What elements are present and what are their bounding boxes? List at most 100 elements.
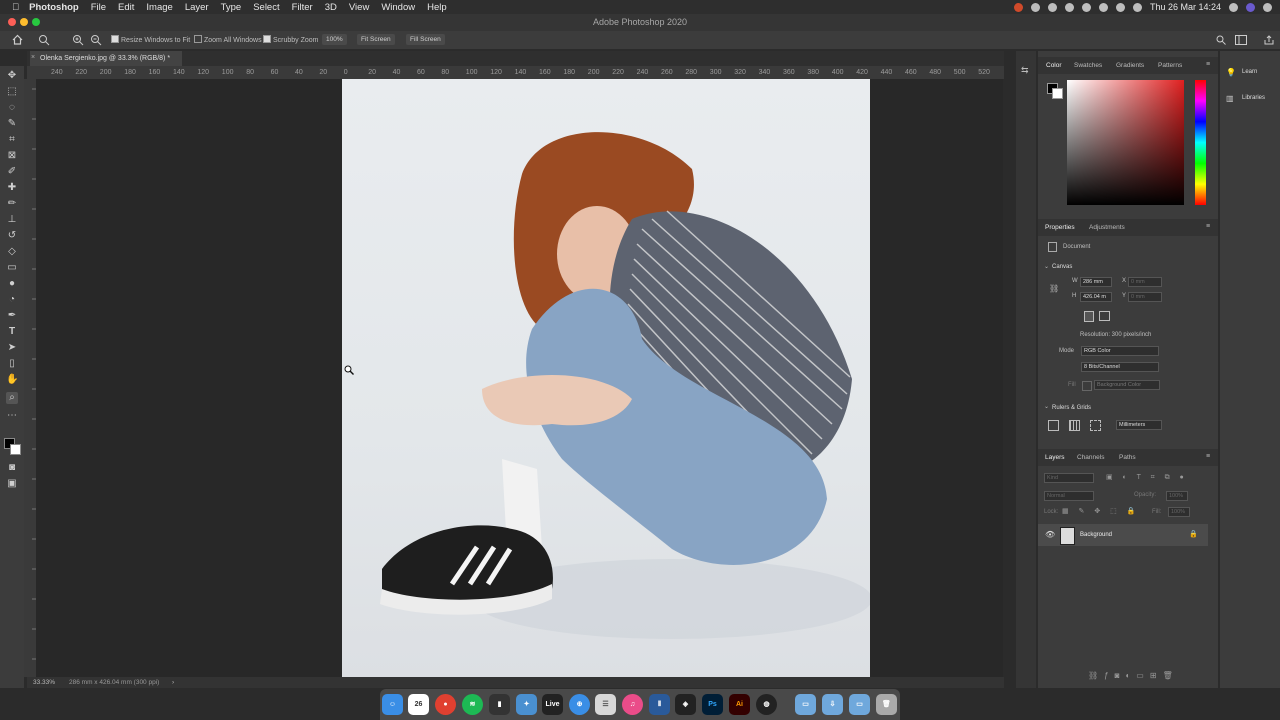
notification-center-icon[interactable]: [1263, 2, 1272, 12]
close-window-button[interactable]: [8, 18, 16, 26]
menu-select[interactable]: Select: [253, 2, 279, 13]
itunes-icon[interactable]: ♫: [622, 694, 643, 715]
history-brush-tool-icon[interactable]: ↺: [6, 230, 18, 242]
crop-tool-icon[interactable]: ⌗: [6, 134, 18, 146]
downloads-folder-icon[interactable]: ⇩: [822, 694, 843, 715]
menu-help[interactable]: Help: [427, 2, 447, 13]
close-tab-icon[interactable]: ×: [31, 54, 35, 61]
trash-icon[interactable]: 🗑: [876, 694, 897, 715]
brush-tool-icon[interactable]: ✏: [6, 198, 18, 210]
tab-adjustments[interactable]: Adjustments: [1089, 224, 1125, 231]
move-tool-icon[interactable]: ✥: [6, 70, 18, 82]
blur-tool-icon[interactable]: ●: [6, 278, 18, 290]
menu-window[interactable]: Window: [381, 2, 415, 13]
marquee-tool-icon[interactable]: ⬚: [6, 86, 18, 98]
finder-icon[interactable]: ☺: [382, 694, 403, 715]
landscape-orientation-icon[interactable]: [1099, 311, 1110, 321]
grid-icon[interactable]: [1069, 420, 1080, 431]
path-select-tool-icon[interactable]: ➤: [6, 342, 18, 354]
home-icon[interactable]: [12, 34, 23, 45]
color-picker-field[interactable]: [1067, 80, 1184, 205]
menubar-clock[interactable]: Thu 26 Mar 14:24: [1150, 2, 1221, 12]
spotify-icon[interactable]: ≋: [462, 694, 483, 715]
tab-paths[interactable]: Paths: [1119, 454, 1136, 461]
menu-type[interactable]: Type: [221, 2, 242, 13]
opacity-field[interactable]: 100%: [1166, 491, 1188, 501]
fill-select[interactable]: Background Color: [1094, 380, 1160, 390]
scrubby-zoom-checkbox[interactable]: Scrubby Zoom: [263, 35, 319, 44]
eraser-tool-icon[interactable]: ◇: [6, 246, 18, 258]
zoom-window-button[interactable]: [32, 18, 40, 26]
lock-icons[interactable]: ▦ ✎ ✥ ⬚ 🔒: [1062, 507, 1139, 515]
ableton-live-icon[interactable]: Live: [542, 694, 563, 715]
healing-brush-tool-icon[interactable]: ✚: [6, 182, 18, 194]
learn-label[interactable]: Learn: [1242, 69, 1257, 75]
quick-select-tool-icon[interactable]: ✎: [6, 118, 18, 130]
chrome-icon[interactable]: ●: [435, 694, 456, 715]
tab-patterns[interactable]: Patterns: [1158, 62, 1182, 69]
search-icon[interactable]: [1216, 35, 1226, 45]
unity-icon[interactable]: ✦: [516, 694, 537, 715]
hue-slider[interactable]: [1195, 80, 1206, 205]
pen-tool-icon[interactable]: ✒: [6, 310, 18, 322]
document-tab[interactable]: Olenka Sergienko.jpg @ 33.3% (RGB/8) *: [30, 51, 182, 66]
learn-icon[interactable]: 💡: [1226, 68, 1236, 77]
rulers-grids-label[interactable]: Rulers & Grids: [1052, 405, 1091, 411]
canvas-chevron-icon[interactable]: ⌄: [1044, 263, 1049, 270]
menu-edit[interactable]: Edit: [118, 2, 134, 13]
guides-icon[interactable]: [1090, 420, 1101, 431]
quick-mask-icon[interactable]: ◙: [6, 462, 18, 474]
properties-menu-icon[interactable]: ≡: [1206, 223, 1210, 230]
layer-thumbnail[interactable]: [1060, 527, 1075, 545]
shield-icon[interactable]: [1064, 2, 1074, 12]
menu-image[interactable]: Image: [146, 2, 172, 13]
cloud-icon[interactable]: [1030, 2, 1040, 12]
adjustment-layer-icon[interactable]: ◐: [1125, 671, 1136, 680]
share-icon[interactable]: [1264, 35, 1274, 45]
apple-icon[interactable]: : [12, 2, 19, 13]
clone-stamp-tool-icon[interactable]: ⊥: [6, 214, 18, 226]
hand-tool-icon[interactable]: ✋: [6, 374, 18, 386]
menu-filter[interactable]: Filter: [292, 2, 313, 13]
units-select[interactable]: Millimeters: [1116, 420, 1162, 430]
battery-icon[interactable]: [1115, 2, 1125, 12]
sync-icon[interactable]: [1047, 2, 1057, 12]
layers-menu-icon[interactable]: ≡: [1206, 453, 1210, 460]
link-layers-icon[interactable]: ⛓: [1088, 671, 1104, 680]
height-field[interactable]: 426.04 m: [1080, 292, 1112, 302]
photoshop-icon[interactable]: Ps: [702, 694, 723, 715]
fill-swatch[interactable]: [1082, 381, 1092, 391]
fill-screen-button[interactable]: Fill Screen: [406, 34, 445, 45]
mode-select[interactable]: RGB Color: [1081, 346, 1159, 356]
more-tools-icon[interactable]: ⋯: [6, 410, 18, 422]
workspace-icon[interactable]: [1235, 35, 1247, 45]
siri-icon[interactable]: [1246, 2, 1255, 12]
status-menu-arrow-icon[interactable]: ›: [172, 677, 174, 688]
filter-icons[interactable]: ▣ ◐ T ⌗ ⧉ ●: [1106, 473, 1188, 482]
tab-color[interactable]: Color: [1046, 62, 1062, 69]
add-mask-icon[interactable]: ◙: [1115, 671, 1126, 680]
screen-mode-icon[interactable]: ▣: [6, 478, 18, 490]
ruler-icon[interactable]: [1048, 420, 1059, 431]
width-field[interactable]: 286 mm: [1080, 277, 1112, 287]
zoom-tool-icon[interactable]: ⌕: [6, 392, 18, 404]
tab-channels[interactable]: Channels: [1077, 454, 1104, 461]
safari-icon[interactable]: ⊕: [569, 694, 590, 715]
visibility-eye-icon[interactable]: 👁: [1045, 530, 1055, 539]
blend-mode-select[interactable]: Normal: [1044, 491, 1094, 501]
minimize-window-button[interactable]: [20, 18, 28, 26]
canvas-section-label[interactable]: Canvas: [1052, 264, 1072, 270]
dodge-tool-icon[interactable]: ◔: [6, 294, 18, 306]
calendar-icon[interactable]: 26: [408, 694, 429, 715]
wifi-icon[interactable]: [1098, 2, 1108, 12]
link-icon[interactable]: ⛓: [1049, 284, 1059, 293]
obs-icon[interactable]: ◍: [756, 694, 777, 715]
timemachine-icon[interactable]: [1132, 2, 1142, 12]
bit-depth-select[interactable]: 8 Bits/Channel: [1081, 362, 1159, 372]
fx-icon[interactable]: ƒ: [1104, 671, 1114, 680]
zoom-all-windows-checkbox[interactable]: Zoom All Windows: [194, 35, 262, 44]
resize-windows-checkbox[interactable]: Resize Windows to Fit: [111, 35, 190, 44]
stats-icon[interactable]: ▮: [489, 694, 510, 715]
menu-file[interactable]: File: [91, 2, 106, 13]
unity-hub-icon[interactable]: ◈: [675, 694, 696, 715]
